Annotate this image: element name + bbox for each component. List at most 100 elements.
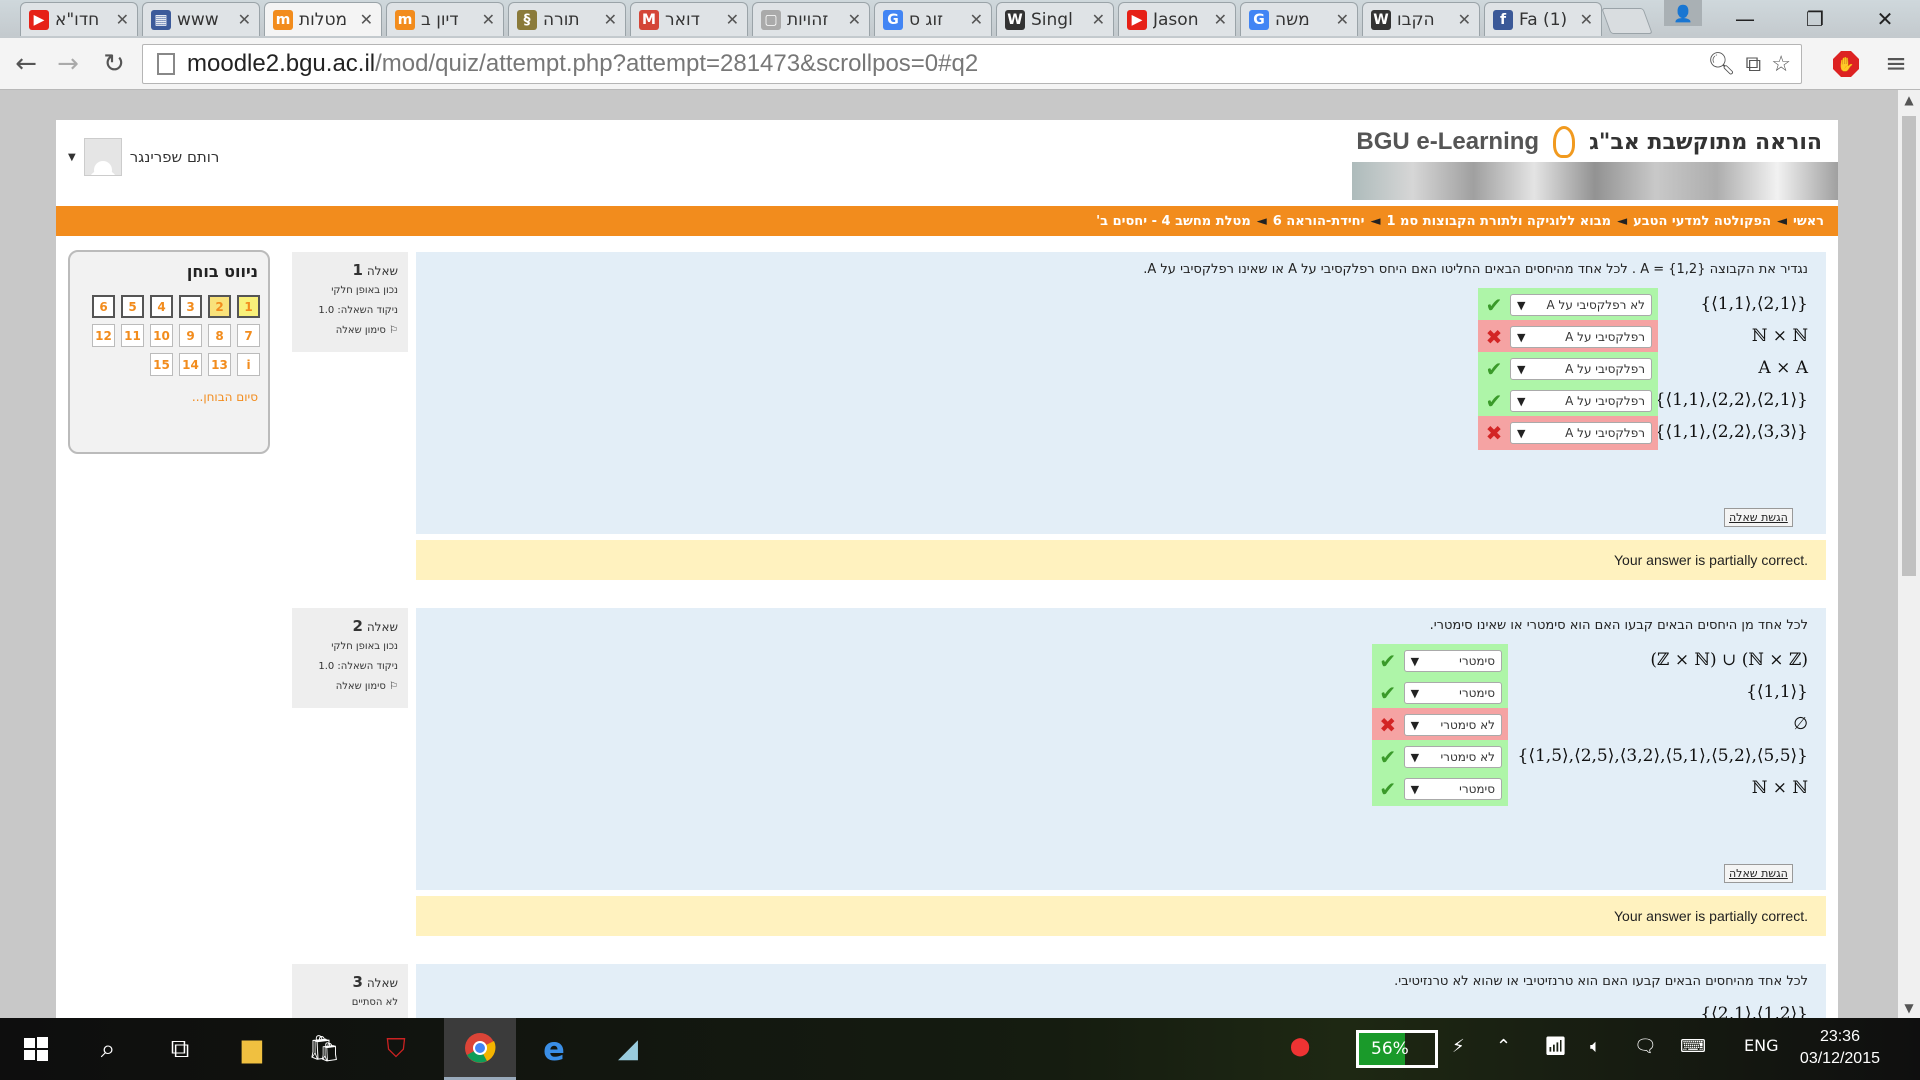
health-icon[interactable]: ⬤ (1290, 1036, 1310, 1057)
close-tab-icon[interactable]: ✕ (116, 10, 129, 29)
answer-select[interactable]: רפלקסיבי על A ▼ (1510, 358, 1652, 380)
quiz-nav-button[interactable]: 12 (92, 324, 115, 347)
start-icon[interactable] (0, 1018, 72, 1080)
quiz-nav-button[interactable]: 1 (237, 295, 260, 318)
dropdown-arrow-icon[interactable]: ▼ (1411, 751, 1419, 764)
dropdown-arrow-icon[interactable]: ▼ (1411, 655, 1419, 668)
dropdown-arrow-icon[interactable]: ▼ (1517, 331, 1525, 344)
dropdown-arrow-icon[interactable]: ▼ (1517, 299, 1525, 312)
flag-label[interactable]: סימון שאלה (336, 681, 386, 692)
volume-icon[interactable]: 🔈︎ (1590, 1036, 1601, 1057)
dropdown-arrow-icon[interactable]: ▼ (1411, 719, 1419, 732)
browser-tab[interactable]: m דיון ב ✕ (386, 2, 504, 36)
answer-select[interactable]: סימטרי ▼ (1403, 650, 1502, 672)
internet-explorer-icon[interactable]: e (518, 1018, 590, 1080)
browser-tab[interactable]: M דואר ✕ (630, 2, 748, 36)
finish-attempt-link[interactable]: סיום הבוחן... (80, 390, 258, 404)
browser-tab[interactable]: § תורה ✕ (508, 2, 626, 36)
clock[interactable]: 23:36 03/12/2015 (1800, 1026, 1880, 1070)
close-tab-icon[interactable]: ✕ (726, 10, 739, 29)
scrollbar-thumb[interactable] (1902, 116, 1916, 576)
quiz-nav-button[interactable]: 5 (121, 295, 144, 318)
answer-select[interactable]: סימטרי ▼ (1403, 778, 1502, 800)
breadcrumb-item[interactable]: ראשי (1793, 214, 1824, 229)
restore-button[interactable]: ❐ (1780, 0, 1850, 38)
quiz-nav-button[interactable]: 4 (150, 295, 173, 318)
breadcrumb-item[interactable]: יחידת-הוראה 6 (1273, 214, 1365, 229)
user-menu[interactable]: ▼ רותם שפרינגר (68, 138, 219, 176)
menu-icon[interactable]: ≡ (1880, 48, 1912, 80)
breadcrumb-item[interactable]: מטלת מחשב 4 - יחסים ב' (1096, 214, 1251, 229)
dropdown-arrow-icon[interactable]: ▼ (1517, 363, 1525, 376)
browser-tab[interactable]: ▦ www ✕ (142, 2, 260, 36)
browser-tab[interactable]: G משה ✕ (1240, 2, 1358, 36)
close-tab-icon[interactable]: ✕ (1092, 10, 1105, 29)
reload-icon[interactable]: ↻ (98, 48, 130, 80)
chevron-down-icon[interactable]: ▼ (68, 152, 76, 163)
forward-icon[interactable]: → (52, 48, 84, 80)
breadcrumb-item[interactable]: מבוא ללוגיקה ולתורת הקבוצות סמ 1 (1386, 214, 1611, 229)
dropdown-arrow-icon[interactable]: ▼ (1517, 427, 1525, 440)
chevron-up-icon[interactable]: ⌃ (1496, 1036, 1511, 1057)
question-1-flag[interactable]: ⚐ סימון שאלה (302, 321, 398, 341)
dropdown-arrow-icon[interactable]: ▼ (1411, 687, 1419, 700)
browser-tab[interactable]: ▶ חדו"א ✕ (20, 2, 138, 36)
quiz-nav-button[interactable]: 3 (179, 295, 202, 318)
profile-icon[interactable]: 👤 (1664, 0, 1702, 26)
quiz-nav-button[interactable]: 14 (179, 353, 202, 376)
search-icon[interactable]: ⌕ (72, 1018, 144, 1080)
close-tab-icon[interactable]: ✕ (1336, 10, 1349, 29)
keyboard-icon[interactable]: ⌨ (1680, 1036, 1706, 1057)
answer-select[interactable]: סימטרי ▼ (1403, 682, 1502, 704)
new-tab-button[interactable] (1601, 8, 1653, 34)
site-logo[interactable]: BGU e-Learning הוראה מתוקשבת אב"ג (1356, 126, 1822, 158)
browser-tab[interactable]: W Singl ✕ (996, 2, 1114, 36)
close-tab-icon[interactable]: ✕ (848, 10, 861, 29)
minimize-button[interactable]: — (1710, 0, 1780, 38)
quiz-nav-button[interactable]: 9 (179, 324, 202, 347)
quiz-nav-button[interactable]: 13 (208, 353, 231, 376)
user-name[interactable]: רותם שפרינגר (130, 148, 220, 166)
browser-tab[interactable]: m מטלות ✕ (264, 2, 382, 36)
bookmark-star-icon[interactable]: ☆ (1771, 51, 1791, 77)
notifications-icon[interactable]: 🗨︎ (1634, 1036, 1657, 1057)
dropdown-arrow-icon[interactable]: ▼ (1517, 395, 1525, 408)
answer-select[interactable]: רפלקסיבי על A ▼ (1510, 422, 1652, 444)
scroll-up-icon[interactable]: ▲ (1898, 90, 1920, 110)
mcafee-icon[interactable]: ⛉ (360, 1018, 432, 1080)
quiz-nav-button[interactable]: 15 (150, 353, 173, 376)
quiz-nav-button[interactable]: 7 (237, 324, 260, 347)
wifi-icon[interactable]: 📶︎ (1544, 1036, 1567, 1057)
back-icon[interactable]: ← (10, 48, 42, 80)
question-1-submit[interactable]: הגשת שאלה (1724, 508, 1793, 527)
translate-icon[interactable]: ⧉ (1746, 51, 1762, 77)
answer-select[interactable]: רפלקסיבי על A ▼ (1510, 326, 1652, 348)
close-tab-icon[interactable]: ✕ (604, 10, 617, 29)
browser-tab[interactable]: G זוג ס ✕ (874, 2, 992, 36)
app-icon[interactable]: ◢ (592, 1018, 664, 1080)
answer-select[interactable]: לא סימטרי ▼ (1403, 714, 1502, 736)
close-tab-icon[interactable]: ✕ (482, 10, 495, 29)
zoom-icon[interactable]: 🔍︎ (1708, 51, 1736, 77)
close-tab-icon[interactable]: ✕ (970, 10, 983, 29)
breadcrumb-item[interactable]: הפקולטה למדעי הטבע (1633, 214, 1771, 229)
battery-indicator[interactable]: 56% (1356, 1030, 1438, 1068)
quiz-nav-button[interactable]: 6 (92, 295, 115, 318)
answer-select[interactable]: רפלקסיבי על A ▼ (1510, 390, 1652, 412)
quiz-nav-button[interactable]: 11 (121, 324, 144, 347)
question-2-submit[interactable]: הגשת שאלה (1724, 864, 1793, 883)
browser-tab[interactable]: f (1) Fa ✕ (1484, 2, 1602, 36)
flag-icon[interactable]: ⚐ (389, 325, 398, 336)
close-tab-icon[interactable]: ✕ (1580, 10, 1593, 29)
close-tab-icon[interactable]: ✕ (1458, 10, 1471, 29)
task-view-icon[interactable]: ⧉ (144, 1018, 216, 1080)
close-tab-icon[interactable]: ✕ (360, 10, 373, 29)
avatar[interactable] (83, 138, 122, 176)
close-tab-icon[interactable]: ✕ (1214, 10, 1227, 29)
language-indicator[interactable]: ENG (1744, 1036, 1778, 1055)
question-2-flag[interactable]: ⚐ סימון שאלה (302, 677, 398, 697)
flag-icon[interactable]: ⚐ (389, 681, 398, 692)
quiz-nav-button[interactable]: 10 (150, 324, 173, 347)
scroll-down-icon[interactable]: ▼ (1898, 998, 1920, 1018)
quiz-nav-button[interactable]: 2 (208, 295, 231, 318)
